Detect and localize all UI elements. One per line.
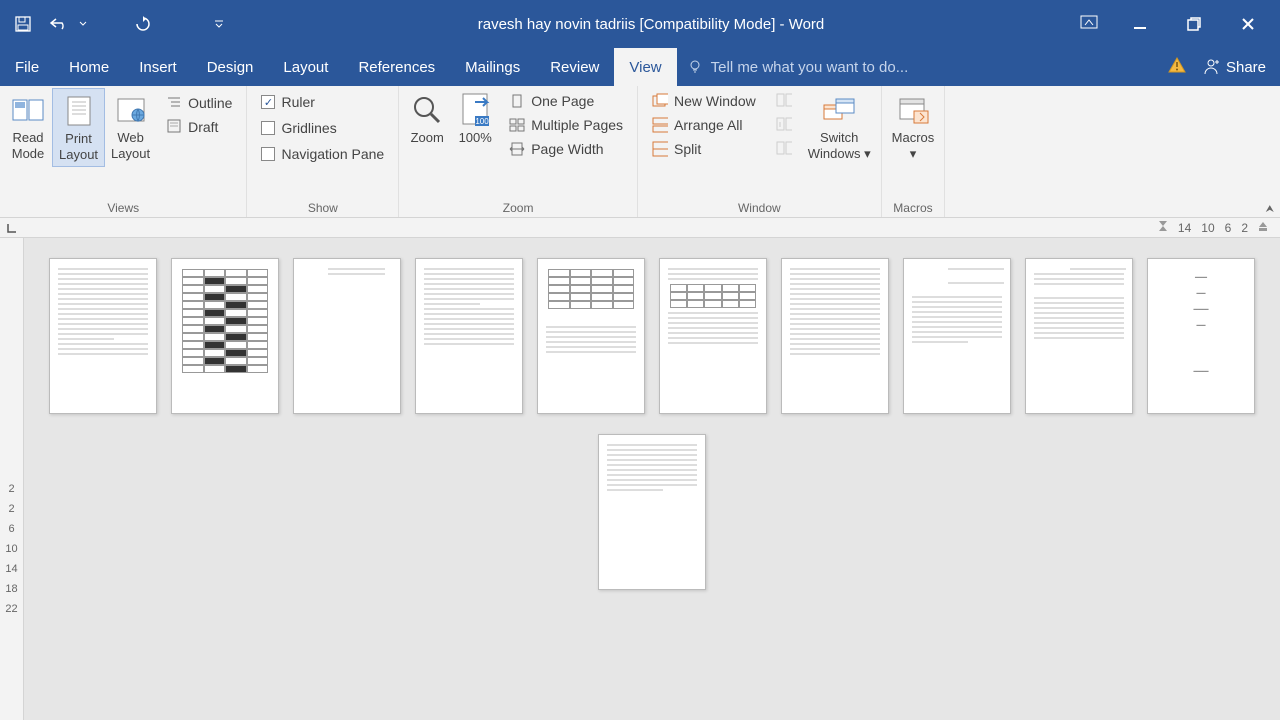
zoom-100-icon: 100 — [457, 92, 493, 128]
checkbox-icon — [261, 95, 275, 109]
warning-icon[interactable] — [1168, 57, 1186, 78]
chevron-down-icon: ▾ — [864, 146, 871, 161]
save-icon[interactable] — [14, 15, 32, 33]
minimize-icon[interactable] — [1128, 12, 1152, 36]
gridlines-checkbox[interactable]: Gridlines — [255, 116, 390, 140]
sync-scrolling-button — [770, 114, 798, 136]
title-bar: ravesh hay novin tadriis [Compatibility … — [0, 0, 1280, 48]
collapse-ribbon-icon[interactable]: ⮝ — [1266, 204, 1275, 215]
page-thumbnail[interactable] — [903, 258, 1011, 414]
macros-button[interactable]: Macros▾ — [886, 88, 941, 165]
split-icon — [652, 141, 668, 157]
title-bar-controls — [1060, 12, 1280, 36]
undo-dropdown-icon[interactable] — [74, 15, 92, 33]
page-width-button[interactable]: Page Width — [503, 138, 629, 160]
page-thumbnail[interactable] — [659, 258, 767, 414]
page-thumbnail[interactable] — [598, 434, 706, 590]
multiple-pages-button[interactable]: Multiple Pages — [503, 114, 629, 136]
page-thumbnail[interactable] — [293, 258, 401, 414]
tab-references[interactable]: References — [343, 48, 450, 86]
close-icon[interactable] — [1236, 12, 1260, 36]
read-mode-icon — [10, 92, 46, 128]
share-button[interactable]: Share — [1202, 58, 1266, 76]
horizontal-ruler: 14 10 6 2 — [0, 218, 1280, 238]
ribbon-group-macros: Macros▾ Macros — [882, 86, 946, 217]
split-button[interactable]: Split — [646, 138, 762, 160]
tab-mailings[interactable]: Mailings — [450, 48, 535, 86]
ribbon: Read Mode Print Layout Web Layout Outlin… — [0, 86, 1280, 218]
indent-marker-icon[interactable] — [1258, 219, 1268, 236]
svg-text:100: 100 — [476, 117, 490, 126]
draft-button[interactable]: Draft — [160, 116, 238, 138]
display-options-icon[interactable] — [1080, 15, 1098, 34]
page-thumbnails[interactable]: ━━━━━━━━━━━━━━━━━━━━ — [24, 238, 1280, 720]
document-area: 2 2 6 10 14 18 22 ━━━━━━━━━━━━━━━━━━━━ — [0, 238, 1280, 720]
page-thumbnail[interactable] — [781, 258, 889, 414]
zoom-icon — [409, 92, 445, 128]
macros-icon — [895, 92, 931, 128]
page-thumbnail[interactable]: ━━━━━━━━━━━━━━━━━━━━ — [1147, 258, 1255, 414]
switch-windows-icon — [821, 92, 857, 128]
one-page-button[interactable]: One Page — [503, 90, 629, 112]
ribbon-group-views: Read Mode Print Layout Web Layout Outlin… — [0, 86, 247, 217]
zoom-100-button[interactable]: 100 100% — [451, 88, 499, 150]
share-icon — [1202, 58, 1220, 76]
ribbon-group-window: New Window Arrange All Split Switch Wind… — [638, 86, 882, 217]
indent-marker-icon[interactable] — [1158, 220, 1168, 235]
outline-icon — [166, 95, 182, 111]
tab-home[interactable]: Home — [54, 48, 124, 86]
view-side-by-side-button — [770, 90, 798, 112]
tab-view[interactable]: View — [614, 48, 676, 86]
tell-me-placeholder: Tell me what you want to do... — [711, 59, 909, 76]
page-thumbnail[interactable] — [49, 258, 157, 414]
new-window-icon — [652, 93, 668, 109]
checkbox-icon — [261, 121, 275, 135]
redo-icon[interactable] — [134, 15, 152, 33]
zoom-button[interactable]: Zoom — [403, 88, 451, 150]
new-window-button[interactable]: New Window — [646, 90, 762, 112]
window-title: ravesh hay novin tadriis [Compatibility … — [242, 16, 1060, 33]
page-thumbnail[interactable] — [1025, 258, 1133, 414]
tell-me-search[interactable]: Tell me what you want to do... — [677, 48, 1154, 86]
vertical-ruler: 2 2 6 10 14 18 22 — [0, 238, 24, 720]
restore-icon[interactable] — [1182, 12, 1206, 36]
tab-layout[interactable]: Layout — [268, 48, 343, 86]
multiple-pages-icon — [509, 117, 525, 133]
reset-window-button — [770, 138, 798, 160]
page-width-icon — [509, 141, 525, 157]
read-mode-button[interactable]: Read Mode — [4, 88, 52, 165]
lightbulb-icon — [687, 59, 703, 75]
print-layout-icon — [61, 93, 97, 129]
page-thumbnail[interactable] — [415, 258, 523, 414]
switch-windows-button[interactable]: Switch Windows ▾ — [802, 88, 877, 165]
tab-review[interactable]: Review — [535, 48, 614, 86]
tab-insert[interactable]: Insert — [124, 48, 192, 86]
web-layout-button[interactable]: Web Layout — [105, 88, 156, 165]
ribbon-group-zoom: Zoom 100 100% One Page Multiple Pages Pa… — [399, 86, 638, 217]
web-layout-icon — [113, 92, 149, 128]
ruler-checkbox[interactable]: Ruler — [255, 90, 390, 114]
tab-selector-icon[interactable] — [0, 218, 24, 237]
tab-file[interactable]: File — [0, 48, 54, 86]
chevron-down-icon: ▾ — [910, 146, 917, 161]
arrange-all-icon — [652, 117, 668, 133]
quick-access-toolbar — [0, 15, 242, 33]
print-layout-button[interactable]: Print Layout — [52, 88, 105, 167]
page-thumbnail[interactable] — [171, 258, 279, 414]
tab-design[interactable]: Design — [192, 48, 269, 86]
qat-customize-icon[interactable] — [210, 15, 228, 33]
page-thumbnail[interactable] — [537, 258, 645, 414]
checkbox-icon — [261, 147, 275, 161]
draft-icon — [166, 119, 182, 135]
one-page-icon — [509, 93, 525, 109]
menu-bar: File Home Insert Design Layout Reference… — [0, 48, 1280, 86]
ribbon-group-show: Ruler Gridlines Navigation Pane Show — [247, 86, 399, 217]
outline-button[interactable]: Outline — [160, 92, 238, 114]
undo-icon[interactable] — [50, 15, 68, 33]
navigation-pane-checkbox[interactable]: Navigation Pane — [255, 142, 390, 166]
arrange-all-button[interactable]: Arrange All — [646, 114, 762, 136]
